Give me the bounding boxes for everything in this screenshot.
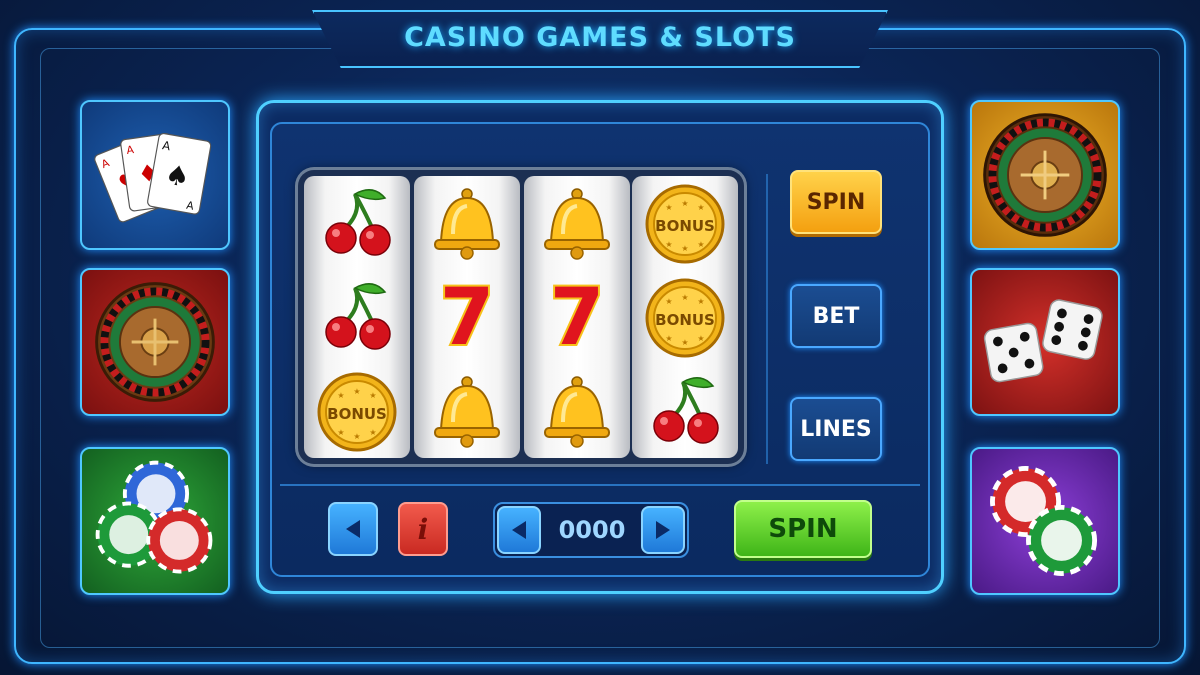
reel-4: BONUS ★ ★ ★ ★ ★ ★ BONUS ★ ★ ★ ★ ★ ★ (632, 176, 738, 458)
reel-2: 7 (414, 176, 520, 458)
game-tile-dice[interactable] (970, 268, 1120, 416)
svg-text:★: ★ (665, 203, 672, 212)
decrease-button[interactable] (497, 506, 541, 554)
arrow-left-icon (512, 521, 526, 539)
svg-text:★: ★ (337, 428, 344, 437)
seven-symbol-text: 7 (550, 273, 604, 363)
svg-text:★: ★ (697, 334, 704, 343)
svg-text:★: ★ (681, 293, 688, 302)
increase-button[interactable] (641, 506, 685, 554)
svg-text:★: ★ (681, 338, 688, 347)
bonus-symbol-text: BONUS (655, 311, 715, 329)
bell-symbol (434, 188, 500, 260)
info-button[interactable]: i (398, 502, 448, 556)
back-arrow-icon (346, 520, 360, 538)
panel-divider-horizontal (280, 484, 920, 486)
counter-value: 0000 (558, 516, 626, 544)
poker-chips-icon (990, 466, 1098, 576)
panel-divider-vertical (766, 174, 768, 464)
game-tile-cards[interactable]: A ♥ A ♦ A ♠ A (80, 100, 230, 250)
poker-chips-icon (95, 460, 213, 574)
reel-window: BONUS ★ ★ ★ ★ ★ ★ 7 7 BONUS ★ ★ ★ ★ ★ ★ BONUS ★ ★ ★ ★ ★ ★ (298, 170, 744, 464)
bonus-coin-symbol: BONUS ★ ★ ★ ★ ★ ★ (317, 372, 397, 452)
svg-text:★: ★ (337, 391, 344, 400)
seven-symbol: 7 (548, 271, 606, 365)
bonus-coin-symbol: BONUS ★ ★ ★ ★ ★ ★ (645, 278, 725, 358)
svg-text:★: ★ (369, 391, 376, 400)
cherry-symbol (325, 189, 391, 256)
game-tile-chips-right[interactable] (970, 447, 1120, 595)
svg-text:★: ★ (681, 199, 688, 208)
playing-cards-icon: A ♥ A ♦ A ♠ A (94, 132, 212, 223)
svg-text:★: ★ (665, 240, 672, 249)
svg-text:★: ★ (665, 297, 672, 306)
bonus-symbol-text: BONUS (327, 405, 387, 423)
game-tile-roulette[interactable] (80, 268, 230, 416)
bonus-symbol-text: BONUS (655, 217, 715, 235)
svg-text:★: ★ (353, 432, 360, 441)
spin-button-secondary[interactable]: SPIN (790, 170, 882, 234)
back-button[interactable] (328, 502, 378, 556)
lines-button[interactable]: LINES (790, 397, 882, 461)
bell-symbol (434, 376, 500, 448)
bet-button[interactable]: BET (790, 284, 882, 348)
arrow-right-icon (656, 521, 670, 539)
svg-text:★: ★ (353, 387, 360, 396)
svg-text:★: ★ (697, 203, 704, 212)
roulette-wheel-icon (95, 282, 215, 402)
bell-symbol (544, 188, 610, 260)
bell-symbol (544, 376, 610, 448)
page-title: CASINO GAMES & SLOTS (404, 22, 796, 53)
cherry-symbol (325, 283, 391, 350)
svg-text:★: ★ (369, 428, 376, 437)
svg-text:★: ★ (697, 240, 704, 249)
svg-text:★: ★ (697, 297, 704, 306)
game-tile-chips[interactable] (80, 447, 230, 595)
roulette-wheel-icon (983, 113, 1107, 237)
svg-text:★: ★ (681, 244, 688, 253)
reel-3: 7 (524, 176, 630, 458)
reel-1: BONUS ★ ★ ★ ★ ★ ★ (304, 176, 410, 458)
seven-symbol-text: 7 (440, 273, 494, 363)
game-tile-roulette-right[interactable] (970, 100, 1120, 250)
spin-button[interactable]: SPIN (734, 500, 872, 558)
dice-icon (983, 299, 1103, 383)
cherry-symbol (653, 377, 719, 444)
bonus-coin-symbol: BONUS ★ ★ ★ ★ ★ ★ (645, 184, 725, 264)
seven-symbol: 7 (438, 271, 496, 365)
svg-text:★: ★ (665, 334, 672, 343)
